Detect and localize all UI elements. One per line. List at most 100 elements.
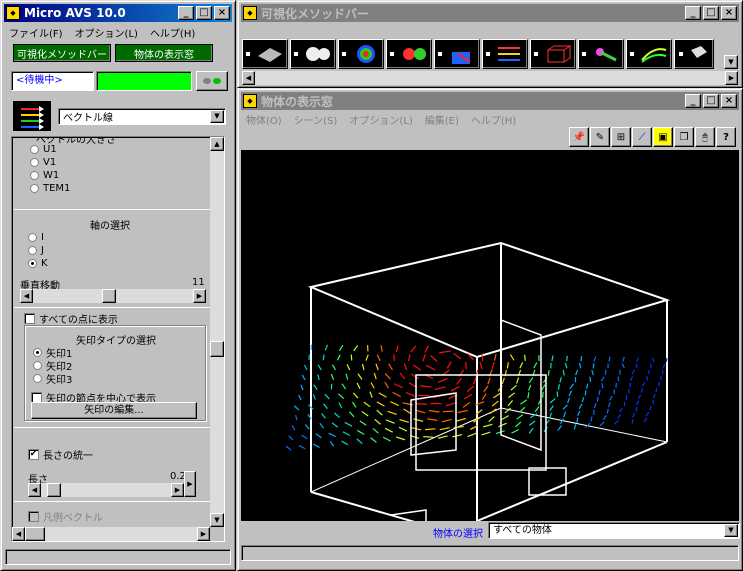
axis-option-i[interactable]: I [28,231,44,243]
vector-arrow [315,433,322,439]
slider-track[interactable] [41,483,171,497]
axis-option-j[interactable]: J [28,244,44,256]
vector-arrow [288,435,294,441]
scroll-right-arrow[interactable]: ▶ [171,483,184,497]
arrow-option-3[interactable]: 矢印3 [33,372,72,386]
particle-icon[interactable] [626,39,672,69]
show-all-checkbox[interactable]: すべての点に表示 [24,311,118,326]
maximize-button[interactable]: □ [196,6,212,20]
vector-icon[interactable] [482,39,528,69]
scroll-right-arrow[interactable]: ▶ [193,289,206,303]
menu-help[interactable]: ヘルプ(H) [150,25,195,40]
window-icon[interactable]: ❐ [674,127,694,147]
legend-vector-checkbox[interactable]: 凡例ベクトル [28,509,103,524]
close-button[interactable]: × [214,6,230,20]
length-spin-button[interactable]: ▶ [184,471,196,497]
slider-thumb[interactable] [47,483,61,497]
maximize-button[interactable]: □ [703,6,719,20]
scroll-right-arrow[interactable]: ▶ [725,71,738,85]
pencil-icon[interactable]: ✎ [590,127,610,147]
chevron-down-icon[interactable]: ▼ [724,524,738,537]
vector-arrow [562,369,565,376]
menu-scene[interactable]: シーン(S) [294,112,338,127]
method-bar-button[interactable]: 可視化メソッドバー [13,44,111,62]
vector-arrow [547,369,550,376]
chevron-down-icon[interactable]: ▼ [210,110,224,123]
object-select[interactable]: すべての物体 ▼ [488,522,740,539]
scroll-left-arrow[interactable]: ◀ [28,483,41,497]
scroll-down-arrow[interactable]: ▼ [210,513,224,527]
component-option-w1[interactable]: W1 [30,169,59,181]
minimize-button[interactable]: _ [178,6,194,20]
vector-arrow [441,418,452,423]
axis-option-k[interactable]: K [28,257,48,269]
other-icon[interactable] [674,39,714,69]
menu-options[interactable]: オプション(L) [349,112,412,127]
close-button[interactable]: × [721,94,737,108]
vector-arrow [607,402,611,408]
minimize-button[interactable]: _ [685,6,701,20]
slider-track[interactable] [33,289,193,303]
scroll-right-arrow[interactable]: ▶ [197,527,210,541]
viewer-titlebar[interactable]: ◆ 物体の表示窓 _ □ × [241,92,739,110]
progress-indicator [96,71,192,91]
vector-arrow [549,398,556,404]
component-option-v1[interactable]: V1 [30,156,56,168]
vertical-move-slider[interactable]: ◀ ▶ [20,289,206,303]
mouse-icon[interactable]: 🖰 [695,127,715,147]
volume-icon[interactable] [386,39,432,69]
vector-arrow [439,350,451,354]
length-slider[interactable]: ◀ ▶ [28,483,184,497]
control-window-titlebar[interactable]: ◆ Micro AVS 10.0 _ □ × [4,4,232,22]
maximize-button[interactable]: □ [703,94,719,108]
tree-icon[interactable]: ⊞ [611,127,631,147]
component-option-tem1[interactable]: TEM1 [30,182,70,194]
scroll-thumb[interactable] [210,341,224,357]
scroll-up-arrow[interactable]: ▲ [210,137,224,151]
pin-icon[interactable]: 📌 [569,127,589,147]
scroll-left-arrow[interactable]: ◀ [20,289,33,303]
component-option-u1[interactable]: U1 [30,143,57,155]
menu-file[interactable]: ファイル(F) [9,25,63,40]
minimize-button[interactable]: _ [685,94,701,108]
vector-arrow [356,438,363,445]
method-bar-titlebar[interactable]: ◆ 可視化メソッドバー _ □ × [241,4,739,22]
box-icon[interactable] [530,39,576,69]
slider-thumb[interactable] [102,289,116,303]
contour-surface-icon[interactable] [242,39,288,69]
scroll-left-arrow[interactable]: ◀ [12,527,25,541]
method-bar-scrollbar[interactable]: ◀ ▶ [242,71,738,85]
panel-vertical-scrollbar[interactable]: ▲ ▼ [210,137,224,527]
viewer-window-button[interactable]: 物体の表示窓 [115,44,213,62]
menu-options[interactable]: オプション(L) [75,25,138,40]
3d-viewport[interactable] [241,150,739,521]
fit-icon[interactable]: ▣ [653,127,673,147]
axes-icon[interactable]: ⟋ [632,127,652,147]
menu-edit[interactable]: 編集(E) [425,112,459,127]
stop-button[interactable] [196,71,228,91]
numeric-label-icon[interactable] [434,39,480,69]
panel-horizontal-scrollbar[interactable]: ◀ ▶ [12,527,210,541]
scroll-left-arrow[interactable]: ◀ [242,71,255,85]
isosurface-icon[interactable] [290,39,336,69]
scroll-thumb[interactable] [25,527,45,541]
menu-help[interactable]: ヘルプ(H) [471,112,516,127]
vector-arrow [472,377,477,385]
color-map-icon[interactable] [338,39,384,69]
help-icon[interactable]: ? [716,127,736,147]
object-select-value: すべての物体 [493,525,552,536]
vector-arrow [613,420,619,425]
uniform-length-checkbox[interactable]: ✔ 長さの統一 [28,447,93,462]
3d-scene[interactable] [241,150,739,521]
method-select[interactable]: ベクトル線 ▼ [58,108,226,125]
show-all-label: すべての点に表示 [39,315,118,326]
close-button[interactable]: × [721,6,737,20]
scroll-down-arrow[interactable]: ▼ [724,55,738,69]
streamline-icon[interactable] [578,39,624,69]
menu-object[interactable]: 物体(O) [246,112,282,127]
axis-option-label: I [41,231,44,243]
arrow-option-1[interactable]: 矢印1 [33,346,72,360]
edit-arrow-button[interactable]: 矢印の編集... [31,402,197,419]
arrow-option-2[interactable]: 矢印2 [33,359,72,373]
vector-arrow [640,388,644,393]
